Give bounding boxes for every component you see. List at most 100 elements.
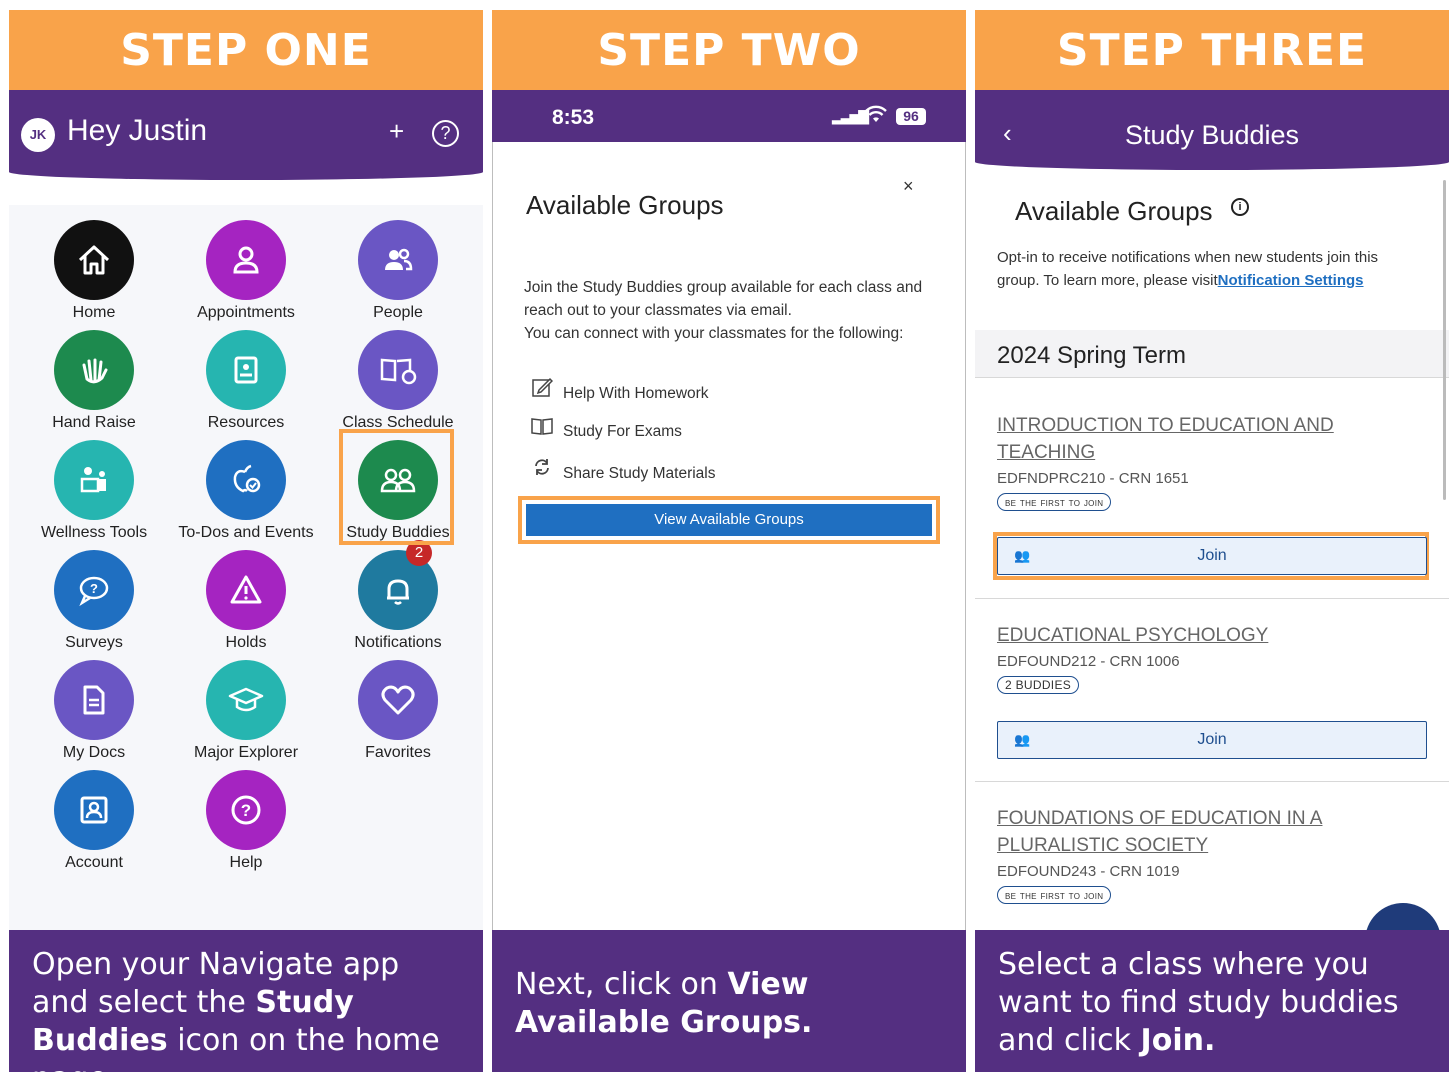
course-item: Foundations of Education in a Pluralisti…	[997, 805, 1427, 904]
tile-class-schedule[interactable]: Class Schedule	[322, 330, 474, 432]
available-groups-modal: × Available Groups Join the Study Buddie…	[492, 142, 966, 930]
tile-surveys[interactable]: ? Surveys	[18, 550, 170, 652]
tile-people[interactable]: People	[322, 220, 474, 322]
tile-favorites[interactable]: Favorites	[322, 660, 474, 762]
survey-icon: ?	[54, 550, 134, 630]
course-name-link[interactable]: Educational Psychology	[997, 622, 1427, 649]
feature-materials: Share Study Materials	[531, 456, 716, 483]
avatar[interactable]: JK	[21, 118, 55, 152]
modal-description: Join the Study Buddies group available f…	[524, 276, 934, 345]
svg-text:?: ?	[90, 581, 98, 596]
feature-label: Help With Homework	[563, 385, 709, 402]
people-icon: 👥	[1014, 548, 1031, 563]
help-icon: ?	[206, 770, 286, 850]
plus-icon[interactable]: +	[389, 116, 404, 147]
page-title: Study Buddies	[1124, 120, 1300, 150]
modal-title: Available Groups	[526, 190, 724, 220]
tile-label: Favorites	[365, 744, 431, 761]
home-tile-grid: Home Appointments People Hand Raise Resource…	[9, 205, 483, 930]
tile-label: Resources	[207, 414, 285, 431]
study-buddies-highlight	[339, 429, 454, 545]
modal-desc-line: Join the Study Buddies group available f…	[524, 279, 923, 319]
notification-settings-link[interactable]: Notification Settings	[1218, 272, 1364, 289]
feature-exams: Study For Exams	[531, 416, 682, 441]
battery-icon: 96	[896, 108, 926, 125]
tile-label: Notifications	[354, 634, 442, 651]
course-name-link[interactable]: Introduction to Education and Teaching	[997, 412, 1427, 466]
help-circle-icon[interactable]: ?	[432, 120, 459, 147]
hand-raise-icon	[54, 330, 134, 410]
status-badge: 2 buddies	[997, 676, 1080, 694]
tile-label: Surveys	[65, 634, 123, 651]
step-two-banner: STEP TWO	[492, 10, 966, 90]
status-badge: Be the first to join	[997, 886, 1112, 904]
tile-label: Wellness Tools	[40, 524, 148, 541]
course-code: EDFOUND243 - CRN 1019	[997, 863, 1180, 880]
heart-icon	[358, 660, 438, 740]
tile-label: Account	[65, 854, 123, 871]
divider	[975, 598, 1449, 599]
join-label: Join	[1197, 731, 1227, 748]
people-icon	[358, 220, 438, 300]
instruction-text: Next, click on	[515, 967, 728, 1002]
tile-label: Major Explorer	[193, 744, 299, 761]
tile-hand-raise[interactable]: Hand Raise	[18, 330, 170, 432]
sync-icon	[531, 456, 555, 483]
course-name-link[interactable]: Foundations of Education in a Pluralisti…	[997, 805, 1427, 859]
tile-appointments[interactable]: Appointments	[170, 220, 322, 322]
course-code: EDFNDPRC210 - CRN 1651	[997, 470, 1189, 487]
tile-resources[interactable]: Resources	[170, 330, 322, 432]
term-label: 2024 Spring Term	[997, 342, 1186, 369]
signal-icon: ▂▃▅▇	[832, 108, 869, 124]
study-buddies-header: ‹ Study Buddies	[975, 90, 1449, 170]
info-icon[interactable]: i	[1231, 198, 1249, 216]
tile-label: Home	[72, 304, 116, 321]
warning-icon	[206, 550, 286, 630]
tile-label: Help	[229, 854, 263, 871]
step-one-banner: STEP ONE	[9, 10, 483, 90]
class-schedule-icon	[358, 330, 438, 410]
tile-major-explorer[interactable]: Major Explorer	[170, 660, 322, 762]
tile-wellness-tools[interactable]: Wellness Tools	[18, 440, 170, 542]
resources-icon	[206, 330, 286, 410]
greeting-title: Hey Justin	[67, 114, 208, 147]
divider	[975, 781, 1449, 782]
join-button[interactable]: 👥 Join	[997, 537, 1427, 575]
tile-label: People	[373, 304, 423, 321]
tile-label: To-Dos and Events	[178, 524, 314, 541]
step-one-panel: STEP ONE JK Hey Justin + ? Home Appointme…	[9, 10, 483, 1072]
tile-label: Appointments	[197, 304, 295, 321]
step-three-banner: STEP THREE	[975, 10, 1449, 90]
tile-help[interactable]: ? Help	[170, 770, 322, 872]
term-header: 2024 Spring Term	[975, 330, 1449, 378]
tile-label: My Docs	[62, 744, 126, 761]
tile-home[interactable]: Home	[18, 220, 170, 322]
step-three-panel: STEP THREE ‹ Study Buddies Available Gro…	[975, 10, 1449, 1072]
status-time: 8:53	[552, 106, 595, 129]
tile-holds[interactable]: Holds	[170, 550, 322, 652]
tile-my-docs[interactable]: My Docs	[18, 660, 170, 762]
step-two-instruction: Next, click on View Available Groups.	[492, 930, 966, 1072]
join-button[interactable]: 👥 Join	[997, 721, 1427, 759]
svg-text:?: ?	[241, 801, 251, 820]
people-icon: 👥	[1014, 732, 1031, 747]
tile-to-dos-and-events[interactable]: To-Dos and Events	[170, 440, 322, 542]
home-icon	[54, 220, 134, 300]
close-icon[interactable]: ×	[903, 176, 914, 197]
view-available-groups-button[interactable]: View Available Groups	[526, 504, 932, 536]
account-icon	[54, 770, 134, 850]
instruction-bold: Join.	[1140, 1023, 1216, 1058]
tile-label: Holds	[225, 634, 267, 651]
optin-text: Opt-in to receive notifications when new…	[997, 246, 1417, 292]
document-icon	[54, 660, 134, 740]
step-three-instruction: Select a class where you want to find st…	[975, 930, 1449, 1072]
wellness-icon	[54, 440, 134, 520]
step-one-instruction: Open your Navigate app and select the St…	[9, 930, 483, 1072]
modal-desc-line: You can connect with your classmates for…	[524, 325, 904, 342]
tile-notifications[interactable]: 2 Notifications	[322, 540, 474, 652]
course-item: Educational Psychology EDFOUND212 - CRN …	[997, 622, 1427, 694]
tile-account[interactable]: Account	[18, 770, 170, 872]
join-label: Join	[1197, 547, 1227, 564]
scrollbar[interactable]	[1443, 180, 1446, 500]
home-header: JK Hey Justin + ?	[9, 90, 483, 180]
